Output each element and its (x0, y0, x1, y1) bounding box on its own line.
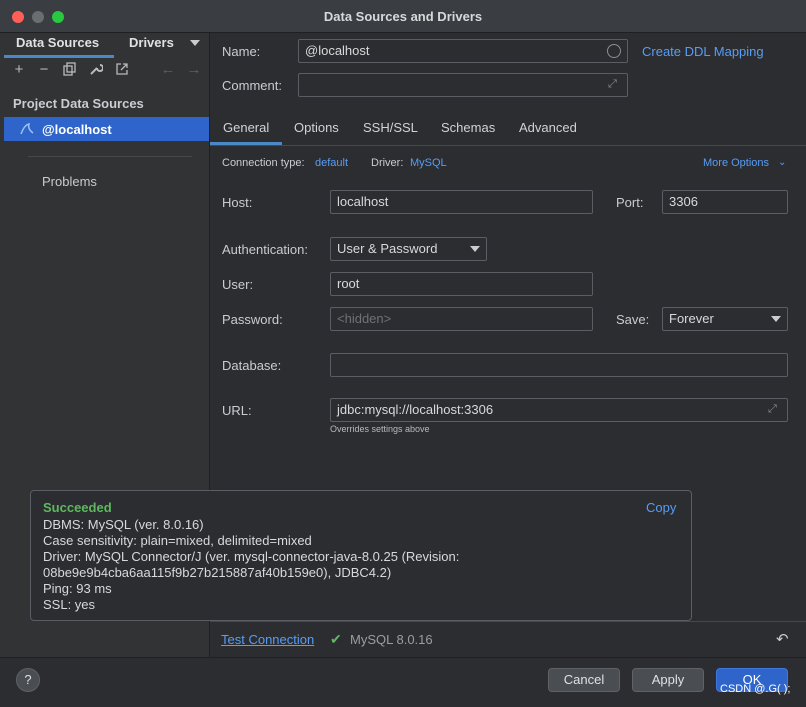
connection-type-label: Connection type: (222, 157, 305, 169)
chevron-down-icon[interactable]: ⌄ (778, 157, 786, 168)
name-label: Name: (222, 44, 261, 59)
tab-options[interactable]: Options (294, 120, 339, 135)
color-circle-icon[interactable] (607, 44, 621, 58)
host-field[interactable]: localhost (330, 190, 593, 214)
project-data-sources-heading: Project Data Sources (13, 96, 144, 111)
save-select[interactable]: Forever (662, 307, 788, 331)
more-options-link[interactable]: More Options (703, 157, 769, 169)
add-icon[interactable]: + (11, 62, 27, 78)
save-label: Save: (616, 312, 650, 327)
active-tab-indicator (210, 142, 282, 145)
result-line: Ping: 93 ms (43, 581, 112, 596)
url-label: URL: (222, 403, 252, 418)
comment-label: Comment: (222, 78, 282, 93)
password-field[interactable]: <hidden> (330, 307, 593, 331)
remove-icon[interactable]: − (36, 62, 52, 78)
comment-field[interactable] (298, 73, 628, 97)
port-label: Port: (616, 195, 644, 210)
back-arrow-icon[interactable]: ← (160, 62, 176, 78)
window-title: Data Sources and Drivers (323, 9, 483, 24)
tab-data-sources[interactable]: Data Sources (16, 35, 99, 50)
driver-label: Driver: (371, 157, 404, 169)
divider (28, 156, 192, 157)
url-hint: Overrides settings above (330, 424, 430, 434)
port-field[interactable]: 3306 (662, 190, 788, 214)
user-field[interactable]: root (330, 272, 593, 296)
test-connection-link[interactable]: Test Connection (221, 632, 314, 647)
database-field[interactable] (330, 353, 788, 377)
expand-icon[interactable]: ⤢ (608, 78, 617, 91)
driver-dropdown[interactable]: MySQL (410, 157, 447, 169)
watermark: CSDN @.G( ); (720, 683, 791, 695)
name-field[interactable]: @localhost (298, 39, 628, 63)
revert-icon[interactable]: ↶ (776, 630, 789, 648)
expand-icon[interactable]: ⤢ (768, 403, 777, 416)
duplicate-icon[interactable] (62, 62, 78, 78)
status-succeeded: Succeeded (43, 500, 112, 515)
checkmark-icon: ✔ (330, 631, 342, 647)
dropdown-arrow-icon (470, 246, 480, 252)
result-line: Driver: MySQL Connector/J (ver. mysql-co… (43, 549, 460, 564)
tab-drivers[interactable]: Drivers (129, 35, 174, 50)
user-label: User: (222, 277, 254, 292)
sidebar-item-label: @localhost (42, 122, 112, 137)
tabs-divider (210, 145, 806, 146)
apply-button[interactable]: Apply (632, 668, 704, 692)
authentication-label: Authentication: (222, 242, 309, 257)
host-label: Host: (222, 195, 253, 210)
divider (210, 621, 806, 622)
connection-type-dropdown[interactable]: default (315, 157, 348, 169)
authentication-select[interactable]: User & Password (330, 237, 487, 261)
test-result-text: MySQL 8.0.16 (350, 632, 433, 647)
result-line: Case sensitivity: plain=mixed, delimited… (43, 533, 312, 548)
active-tab-indicator (4, 55, 114, 58)
database-label: Database: (222, 358, 282, 373)
tab-ssh-ssl[interactable]: SSH/SSL (363, 120, 418, 135)
tab-general[interactable]: General (223, 120, 269, 135)
test-connection-result-popup: Succeeded Copy DBMS: MySQL (ver. 8.0.16)… (30, 490, 692, 621)
result-line: 08be9e9b4cba6aa115f9b27b215887af40b159e0… (43, 565, 392, 580)
tab-schemas[interactable]: Schemas (441, 120, 495, 135)
forward-arrow-icon[interactable]: → (186, 62, 202, 78)
wrench-icon[interactable] (88, 62, 104, 78)
password-label: Password: (222, 312, 283, 327)
chevron-down-icon[interactable] (190, 40, 200, 46)
cancel-button[interactable]: Cancel (548, 668, 620, 692)
result-line: DBMS: MySQL (ver. 8.0.16) (43, 517, 204, 532)
copy-link[interactable]: Copy (646, 500, 676, 515)
jump-to-source-icon[interactable] (114, 62, 130, 78)
tab-advanced[interactable]: Advanced (519, 120, 577, 135)
dropdown-arrow-icon (771, 316, 781, 322)
help-button[interactable]: ? (16, 668, 40, 692)
url-field[interactable]: jdbc:mysql://localhost:3306 (330, 398, 788, 422)
title-bar: Data Sources and Drivers (0, 0, 806, 33)
mysql-dolphin-icon (19, 121, 35, 140)
sidebar-item-problems[interactable]: Problems (42, 174, 97, 189)
create-ddl-mapping-link[interactable]: Create DDL Mapping (642, 44, 764, 59)
result-line: SSL: yes (43, 597, 96, 612)
